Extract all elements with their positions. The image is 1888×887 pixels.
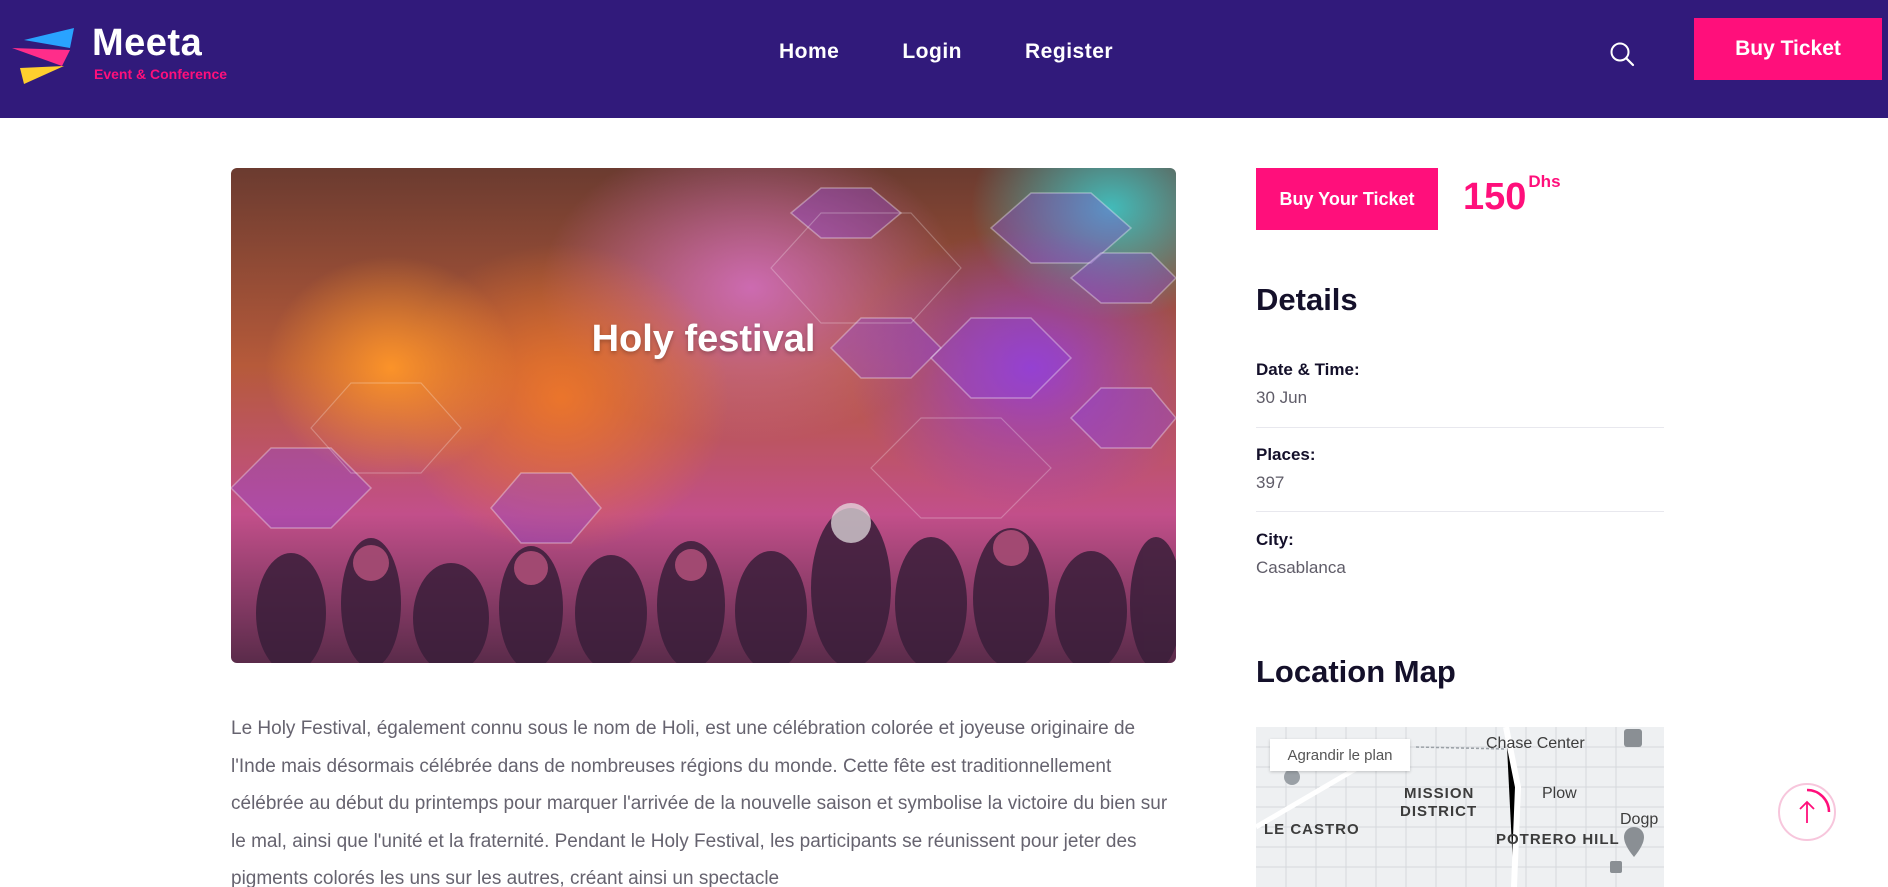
detail-value: Casablanca xyxy=(1256,558,1346,577)
detail-label: City: xyxy=(1256,530,1294,549)
detail-label: Date & Time: xyxy=(1256,360,1360,379)
festival-crowd xyxy=(256,503,1176,663)
buy-your-ticket-button[interactable]: Buy Your Ticket xyxy=(1256,168,1438,230)
detail-label: Places: xyxy=(1256,445,1316,464)
map-label-dogpatch: Dogp xyxy=(1620,811,1659,828)
buy-ticket-button[interactable]: Buy Ticket xyxy=(1694,18,1882,80)
event-title: Holy festival xyxy=(591,318,816,360)
divider xyxy=(1256,511,1664,512)
brand-logo[interactable]: Meeta Event & Conference xyxy=(12,22,252,92)
map-label-plow: Plow xyxy=(1542,785,1577,802)
price-amount: 150 xyxy=(1463,176,1527,218)
site-header: Meeta Event & Conference Home Login Regi… xyxy=(0,0,1888,118)
ticket-price: 150 Dhs xyxy=(1463,172,1561,219)
main-nav: Home Login Register xyxy=(779,40,1113,70)
event-description: Le Holy Festival, également connu sous l… xyxy=(231,718,1168,887)
nav-home[interactable]: Home xyxy=(779,40,839,70)
detail-value: 397 xyxy=(1256,473,1285,492)
search-icon[interactable] xyxy=(1608,40,1636,68)
event-hero-image: Holy festival xyxy=(231,168,1176,663)
detail-city: City: Casablanca xyxy=(1256,530,1664,578)
nav-register[interactable]: Register xyxy=(1025,40,1113,70)
logo-mark-icon xyxy=(12,28,74,84)
arrow-up-icon xyxy=(1799,788,1831,823)
enlarge-map-button[interactable]: Agrandir le plan xyxy=(1270,739,1410,771)
back-to-top-button[interactable] xyxy=(1778,783,1836,841)
details-heading: Details xyxy=(1256,282,1358,317)
map-label-district: DISTRICT xyxy=(1400,803,1478,820)
location-map-heading: Location Map xyxy=(1256,654,1456,689)
nav-login[interactable]: Login xyxy=(902,40,962,70)
location-map[interactable]: Agrandir le plan Chase Center MISSION DI… xyxy=(1256,727,1664,887)
detail-value: 30 Jun xyxy=(1256,388,1308,407)
divider xyxy=(1256,427,1664,428)
brand-name: Meeta xyxy=(92,22,203,64)
map-label-mission: MISSION xyxy=(1404,785,1475,802)
price-currency: Dhs xyxy=(1528,172,1561,191)
map-label-chase-center: Chase Center xyxy=(1486,735,1585,752)
detail-date-time: Date & Time: 30 Jun xyxy=(1256,360,1664,408)
map-label-le-castro: LE CASTRO xyxy=(1264,821,1360,838)
map-label-potrero-hill: POTRERO HILL xyxy=(1496,831,1620,848)
brand-tagline: Event & Conference xyxy=(94,66,228,82)
detail-places: Places: 397 xyxy=(1256,445,1664,493)
